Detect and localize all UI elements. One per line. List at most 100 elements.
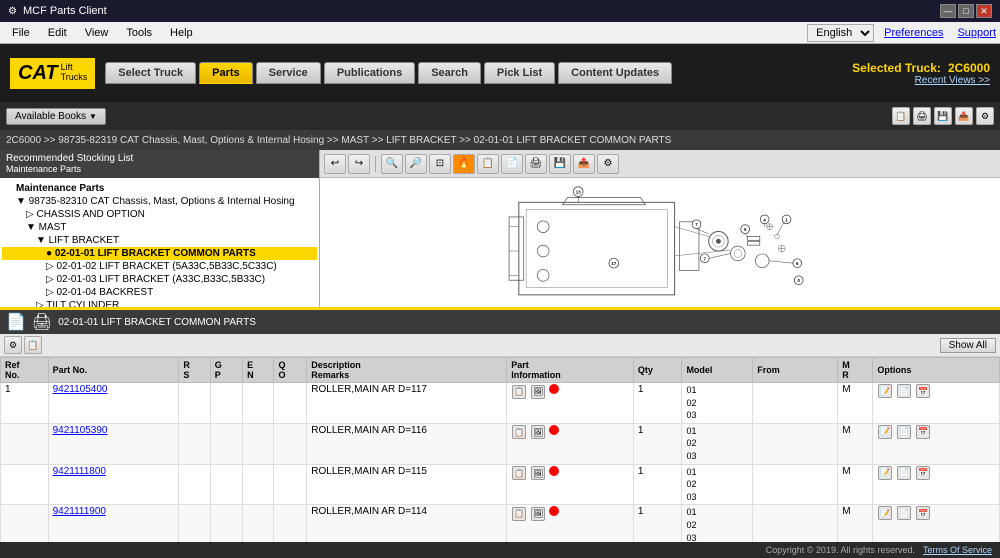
- tab-content-updates[interactable]: Content Updates: [558, 62, 672, 84]
- menu-tools[interactable]: Tools: [118, 25, 160, 41]
- tree-item-02-01-02[interactable]: ▷ 02-01-02 LIFT BRACKET (5A33C,5B33C,5C3…: [2, 260, 317, 273]
- tree-item-02-01-04[interactable]: ▷ 02-01-04 BACKREST: [2, 286, 317, 299]
- menu-view[interactable]: View: [77, 25, 117, 41]
- diag-save-btn[interactable]: 💾: [549, 154, 571, 174]
- info-img-icon-1[interactable]: 🖼: [531, 385, 545, 399]
- toolbar-icon-3[interactable]: 💾: [934, 107, 952, 125]
- diag-fit-btn[interactable]: ⊡: [429, 154, 451, 174]
- diag-settings-btn[interactable]: ⚙: [597, 154, 619, 174]
- preferences-link[interactable]: Preferences: [884, 27, 943, 39]
- col-mr: MR: [838, 358, 873, 383]
- opt-note-1[interactable]: 📝: [878, 384, 892, 398]
- menu-help[interactable]: Help: [162, 25, 201, 41]
- cell-qty-3: 1: [633, 464, 682, 505]
- tree-content[interactable]: Maintenance Parts ▼ 98735-82310 CAT Chas…: [0, 178, 319, 307]
- parts-table-scroll[interactable]: RefNo. Part No. RS GP EN QO DescriptionR…: [0, 357, 1000, 542]
- opt-cal-2[interactable]: 📅: [916, 425, 930, 439]
- cell-partno-1[interactable]: 9421105400: [48, 383, 179, 424]
- diag-zoom-out-btn[interactable]: 🔎: [405, 154, 427, 174]
- tree-item-chassis-option[interactable]: ▷ CHASSIS AND OPTION: [2, 208, 317, 221]
- available-books-button[interactable]: Available Books ▼: [6, 108, 106, 125]
- info-doc-icon-2[interactable]: 📋: [512, 425, 526, 439]
- cell-partno-2[interactable]: 9421105390: [48, 423, 179, 464]
- opt-doc-3[interactable]: 📄: [897, 466, 911, 480]
- toolbar-icon-2[interactable]: 🖨: [913, 107, 931, 125]
- opt-note-4[interactable]: 📝: [878, 506, 892, 520]
- info-img-icon-2[interactable]: 🖼: [531, 425, 545, 439]
- opt-doc-2[interactable]: 📄: [897, 425, 911, 439]
- diag-undo-btn[interactable]: ↩: [324, 154, 346, 174]
- diag-copy-btn[interactable]: 📋: [477, 154, 499, 174]
- tree-item-maintenance[interactable]: Maintenance Parts: [2, 182, 317, 195]
- table-row: 9421111900 ROLLER,MAIN AR D=114 📋 🖼 1 01…: [1, 505, 1000, 542]
- menu-edit[interactable]: Edit: [40, 25, 75, 41]
- cell-info-4: 📋 🖼: [507, 505, 634, 542]
- table-row: 9421105390 ROLLER,MAIN AR D=116 📋 🖼 1 01…: [1, 423, 1000, 464]
- diag-page-btn[interactable]: 📄: [501, 154, 523, 174]
- tab-publications[interactable]: Publications: [324, 62, 415, 84]
- opt-note-2[interactable]: 📝: [878, 425, 892, 439]
- tree-item-02-01-01[interactable]: ● 02-01-01 LIFT BRACKET COMMON PARTS: [2, 247, 317, 260]
- breadcrumb-bar: 2C6000 >> 98735-82319 CAT Chassis, Mast,…: [0, 130, 1000, 150]
- toolbar-icon-5[interactable]: ⚙: [976, 107, 994, 125]
- maximize-button[interactable]: □: [958, 4, 974, 18]
- app-icon: ⚙: [8, 6, 17, 17]
- diag-redo-btn[interactable]: ↪: [348, 154, 370, 174]
- diagram-toolbar: ↩ ↪ 🔍 🔎 ⊡ 🔥 📋 📄 🖨 💾 📤 ⚙: [320, 150, 1000, 178]
- cell-mr-1: M: [838, 383, 873, 424]
- tab-search[interactable]: Search: [418, 62, 481, 84]
- toolbar-icon-4[interactable]: 📤: [955, 107, 973, 125]
- minimize-button[interactable]: —: [940, 4, 956, 18]
- show-all-button[interactable]: Show All: [940, 338, 996, 353]
- diag-highlight-btn[interactable]: 🔥: [453, 154, 475, 174]
- tree-title: Recommended Stocking List Maintenance Pa…: [0, 150, 319, 178]
- col-part-no: Part No.: [48, 358, 179, 383]
- opt-doc-4[interactable]: 📄: [897, 506, 911, 520]
- cell-model-1: 010203: [682, 383, 753, 424]
- cell-desc-3: ROLLER,MAIN AR D=115: [307, 464, 507, 505]
- footer-terms[interactable]: Terms Of Service: [923, 545, 992, 555]
- tree-item-tilt-cylinder[interactable]: ▷ TILT CYLINDER: [2, 299, 317, 307]
- diag-export-btn[interactable]: 📤: [573, 154, 595, 174]
- tab-select-truck[interactable]: Select Truck: [105, 62, 196, 84]
- footer-bar: Copyright © 2019. All rights reserved. T…: [0, 542, 1000, 558]
- toolbar-icon-1[interactable]: 📋: [892, 107, 910, 125]
- cell-desc-4: ROLLER,MAIN AR D=114: [307, 505, 507, 542]
- vertical-split: Recommended Stocking List Maintenance Pa…: [0, 150, 1000, 542]
- parts-table-header: 📄 🖨 02-01-01 LIFT BRACKET COMMON PARTS: [0, 310, 1000, 334]
- tree-item-02-01-03[interactable]: ▷ 02-01-03 LIFT BRACKET (A33C,B33C,5B33C…: [2, 273, 317, 286]
- opt-cal-4[interactable]: 📅: [916, 506, 930, 520]
- parts-icon-btn-1[interactable]: ⚙: [4, 336, 22, 354]
- cell-ref-4: [1, 505, 49, 542]
- diag-zoom-in-btn[interactable]: 🔍: [381, 154, 403, 174]
- recent-views-link[interactable]: Recent Views >>: [915, 75, 990, 86]
- tree-item-lift-bracket[interactable]: ▼ LIFT BRACKET: [2, 234, 317, 247]
- tab-parts[interactable]: Parts: [199, 62, 253, 84]
- cell-rs-2: [179, 423, 210, 464]
- tree-item-chassis-hosing[interactable]: ▼ 98735-82310 CAT Chassis, Mast, Options…: [2, 195, 317, 208]
- info-doc-icon-3[interactable]: 📋: [512, 466, 526, 480]
- cell-mr-4: M: [838, 505, 873, 542]
- close-button[interactable]: ✕: [976, 4, 992, 18]
- info-doc-icon-1[interactable]: 📋: [512, 385, 526, 399]
- menu-file[interactable]: File: [4, 25, 38, 41]
- parts-icon-btn-2[interactable]: 📋: [24, 336, 42, 354]
- dropdown-arrow: ▼: [89, 112, 97, 121]
- opt-doc-1[interactable]: 📄: [897, 384, 911, 398]
- tab-pick-list[interactable]: Pick List: [484, 62, 555, 84]
- cell-qty-1: 1: [633, 383, 682, 424]
- opt-cal-1[interactable]: 📅: [916, 384, 930, 398]
- opt-cal-3[interactable]: 📅: [916, 466, 930, 480]
- tab-service[interactable]: Service: [256, 62, 321, 84]
- support-link[interactable]: Support: [957, 27, 996, 39]
- info-img-icon-4[interactable]: 🖼: [531, 507, 545, 521]
- cell-mr-2: M: [838, 423, 873, 464]
- opt-note-3[interactable]: 📝: [878, 466, 892, 480]
- cell-partno-3[interactable]: 9421111800: [48, 464, 179, 505]
- info-doc-icon-4[interactable]: 📋: [512, 507, 526, 521]
- tree-item-mast[interactable]: ▼ MAST: [2, 221, 317, 234]
- language-select[interactable]: English: [807, 24, 874, 42]
- cell-partno-4[interactable]: 9421111900: [48, 505, 179, 542]
- info-img-icon-3[interactable]: 🖼: [531, 466, 545, 480]
- diag-print-btn[interactable]: 🖨: [525, 154, 547, 174]
